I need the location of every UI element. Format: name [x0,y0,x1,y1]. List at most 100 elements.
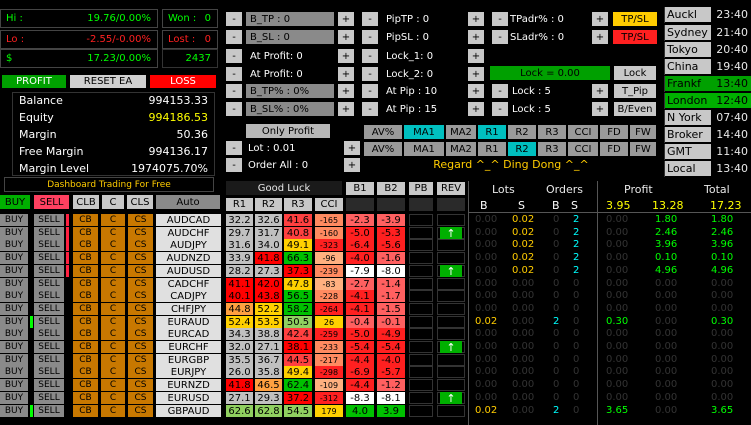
row-close-button[interactable]: C [101,366,125,378]
tpsl-button[interactable]: TP/SL [613,12,657,26]
row-close-buy-button[interactable]: CB [73,366,98,378]
pb-cell[interactable] [409,379,433,391]
setting-a0-plus-button[interactable]: + [338,12,354,26]
row-sell-button[interactable]: SELL [34,265,64,277]
up-arrow-icon[interactable]: ↑ [440,341,462,354]
tpadr-plus-button[interactable]: + [592,12,608,26]
row-close-button[interactable]: C [101,227,125,239]
ma-row1-r1[interactable]: R1 [478,125,506,139]
row-sell-button[interactable]: SELL [34,303,64,315]
pb-cell[interactable] [409,392,433,404]
ma-row2-r3[interactable]: R3 [538,142,566,156]
row-close-button[interactable]: C [101,252,125,264]
pb-cell[interactable] [409,303,433,315]
row-close-sell-button[interactable]: CS [128,290,153,302]
setting-a2-minus-button[interactable]: - [226,49,242,63]
setting-a4-plus-button[interactable]: + [338,84,354,98]
r3-header[interactable]: R3 [284,198,312,211]
row-close-button[interactable]: C [101,392,125,404]
order-minus-button[interactable]: - [226,158,242,172]
row-sell-button[interactable]: SELL [34,278,64,290]
rev-cell[interactable] [437,278,465,290]
row-sell-button[interactable]: SELL [34,328,64,340]
row-close-button[interactable]: C [101,316,125,328]
row-close-buy-button[interactable]: CB [73,316,98,328]
rev-cell[interactable] [437,252,465,264]
row-close-buy-button[interactable]: CB [73,265,98,277]
setting-b2-plus-button[interactable]: + [468,49,484,63]
row-sell-button[interactable]: SELL [34,316,64,328]
lock5b-minus-button[interactable]: - [492,102,508,116]
pb-cell[interactable] [409,316,433,328]
row-sell-button[interactable]: SELL [34,366,64,378]
setting-a1-plus-button[interactable]: + [338,30,354,44]
row-sell-button[interactable]: SELL [34,392,64,404]
pb-cell[interactable] [409,227,433,239]
pb-header[interactable]: PB [409,182,433,195]
rev-cell[interactable] [437,316,465,328]
setting-a1-minus-button[interactable]: - [226,30,242,44]
ma-row2-cci[interactable]: CCI [568,142,598,156]
rev-cell[interactable] [437,303,465,315]
pb-cell[interactable] [409,239,433,251]
row-close-button[interactable]: C [101,278,125,290]
pair-symbol[interactable]: EURNZD [156,379,221,391]
row-close-button[interactable]: C [101,328,125,340]
row-buy-button[interactable]: BUY [0,303,28,315]
row-sell-button[interactable]: SELL [34,341,64,353]
tpadr-minus-button[interactable]: - [492,12,508,26]
ma-row1-r2[interactable]: R2 [508,125,536,139]
pb-cell[interactable] [409,328,433,340]
ma-row2-fd[interactable]: FD [600,142,628,156]
setting-b3-plus-button[interactable]: + [468,67,484,81]
pair-symbol[interactable]: EURGBP [156,354,221,366]
row-close-buy-button[interactable]: CB [73,227,98,239]
rev-cell[interactable] [437,214,465,226]
row-close-buy-button[interactable]: CB [73,341,98,353]
row-buy-button[interactable]: BUY [0,366,28,378]
up-arrow-icon[interactable]: ↑ [440,227,462,240]
row-buy-button[interactable]: BUY [0,265,28,277]
row-close-sell-button[interactable]: CS [128,278,153,290]
rev-cell[interactable] [437,239,465,251]
row-buy-button[interactable]: BUY [0,214,28,226]
ma-row2-r1[interactable]: R1 [478,142,506,156]
lock5a-minus-button[interactable]: - [492,84,508,98]
pair-symbol[interactable]: GBPAUD [156,405,221,417]
ma-row1-ma2[interactable]: MA2 [446,125,476,139]
pair-symbol[interactable]: EURCAD [156,328,221,340]
setting-b3-minus-button[interactable]: - [362,67,378,81]
row-sell-button[interactable]: SELL [34,214,64,226]
pair-symbol[interactable]: AUDJPY [156,239,221,251]
row-sell-button[interactable]: SELL [34,379,64,391]
pb-cell[interactable] [409,265,433,277]
sladr-minus-button[interactable]: - [492,30,508,44]
pair-symbol[interactable]: AUDUSD [156,265,221,277]
setting-b1-minus-button[interactable]: - [362,30,378,44]
row-close-sell-button[interactable]: CS [128,405,153,417]
setting-b4-plus-button[interactable]: + [468,84,484,98]
setting-b5-minus-button[interactable]: - [362,102,378,116]
row-buy-button[interactable]: BUY [0,227,28,239]
rev-cell[interactable] [437,354,465,366]
lot-minus-button[interactable]: - [226,141,242,155]
ma-row1-fw[interactable]: FW [630,125,656,139]
pb-cell[interactable] [409,366,433,378]
ma-row2-ma2[interactable]: MA2 [446,142,476,156]
setting-b2-minus-button[interactable]: - [362,49,378,63]
row-close-sell-button[interactable]: CS [128,303,153,315]
row-buy-button[interactable]: BUY [0,239,28,251]
row-close-buy-button[interactable]: CB [73,252,98,264]
row-sell-button[interactable]: SELL [34,227,64,239]
ma-row2-avpct[interactable]: AV% [364,142,402,156]
ma-row1-fd[interactable]: FD [600,125,628,139]
b2-header[interactable]: B2 [377,182,405,195]
pb-cell[interactable] [409,252,433,264]
setting-a5-minus-button[interactable]: - [226,102,242,116]
setting-b1-plus-button[interactable]: + [468,30,484,44]
rev-cell[interactable] [437,405,465,417]
lock5b-plus-button[interactable]: + [592,102,608,116]
pb-cell[interactable] [409,214,433,226]
row-buy-button[interactable]: BUY [0,405,28,417]
row-close-sell-button[interactable]: CS [128,214,153,226]
